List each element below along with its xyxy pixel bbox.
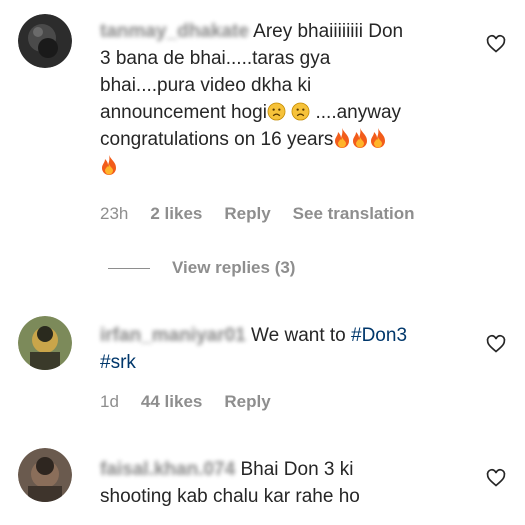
view-replies-label: View replies (3): [172, 258, 296, 277]
fire-icon: [333, 127, 351, 149]
comment-text: irfan_maniyar01 We want to #Don3 #srk: [100, 322, 470, 376]
comment-line: 3 bana de bhai.....taras gya: [100, 48, 331, 69]
avatar[interactable]: [18, 14, 72, 68]
likes-count[interactable]: 2 likes: [150, 204, 202, 224]
avatar[interactable]: [18, 316, 72, 370]
sad-face-icon: [291, 102, 310, 121]
comment-line: We want to: [251, 325, 352, 346]
reply-button[interactable]: Reply: [224, 392, 270, 412]
view-replies-button[interactable]: View replies (3): [108, 258, 295, 278]
likes-count[interactable]: 44 likes: [141, 392, 202, 412]
fire-icon: [369, 127, 387, 149]
fire-icon: [100, 154, 118, 176]
comment-line: Arey bhaiiiiiiii Don: [253, 21, 404, 42]
see-translation-button[interactable]: See translation: [293, 204, 415, 224]
comment-line: ....anyway: [310, 102, 402, 123]
comment-line: bhai....pura video dkha ki: [100, 75, 312, 96]
comment-text: tanmay_dhakate Arey bhaiiiiiiii Don 3 ba…: [100, 18, 470, 180]
username[interactable]: tanmay_dhakate: [100, 21, 249, 42]
comment-line: announcement hogi: [100, 102, 267, 123]
fire-icon: [351, 127, 369, 149]
divider-line: [108, 267, 150, 269]
timestamp: 23h: [100, 204, 129, 223]
reply-button[interactable]: Reply: [224, 204, 270, 224]
comment-meta: 1d 44 likes Reply: [100, 392, 271, 412]
username[interactable]: faisal.khan.074: [100, 459, 235, 480]
avatar[interactable]: [18, 448, 72, 502]
like-heart-icon[interactable]: [486, 468, 506, 488]
comment-line: Bhai Don 3 ki: [240, 459, 354, 480]
hashtag-link[interactable]: #srk: [100, 352, 136, 373]
timestamp: 1d: [100, 392, 119, 411]
comment-line: congratulations on 16 years: [100, 129, 334, 150]
comment-text: faisal.khan.074 Bhai Don 3 ki shooting k…: [100, 456, 470, 510]
hashtag-link[interactable]: #Don3: [351, 325, 407, 346]
sad-face-icon: [267, 102, 286, 121]
like-heart-icon[interactable]: [486, 334, 506, 354]
like-heart-icon[interactable]: [486, 34, 506, 54]
comments-panel: tanmay_dhakate Arey bhaiiiiiiii Don 3 ba…: [0, 0, 525, 525]
username[interactable]: irfan_maniyar01: [100, 325, 246, 346]
comment-meta: 23h 2 likes Reply See translation: [100, 204, 415, 224]
comment-line: shooting kab chalu kar rahe ho: [100, 486, 360, 507]
